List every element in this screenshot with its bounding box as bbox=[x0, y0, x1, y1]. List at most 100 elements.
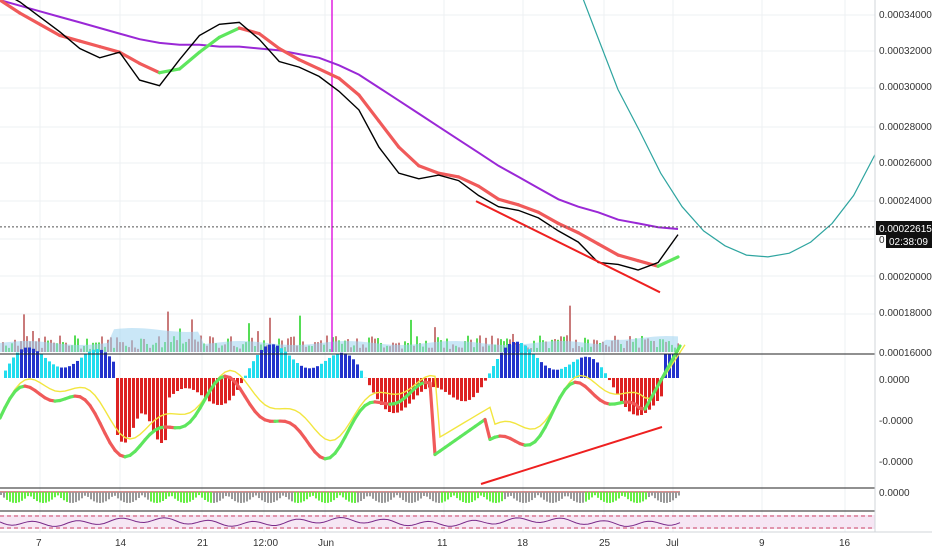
lower-histogram-bar bbox=[462, 492, 464, 503]
lower-histogram-bar bbox=[93, 492, 95, 502]
lower-histogram-bar bbox=[42, 492, 44, 503]
lower-histogram-bar bbox=[114, 492, 116, 496]
histogram-bar bbox=[612, 378, 615, 388]
lower-histogram-bar bbox=[366, 492, 368, 497]
histogram-bar bbox=[380, 378, 383, 405]
lower-histogram-bar bbox=[231, 492, 233, 500]
histogram-bar bbox=[128, 378, 131, 438]
histogram-bar bbox=[576, 359, 579, 378]
lower-histogram-bar bbox=[492, 492, 494, 503]
lower-histogram-bar bbox=[534, 492, 536, 498]
lower-histogram-bar bbox=[390, 492, 392, 500]
histogram-bar bbox=[512, 342, 515, 378]
lower-histogram-bar bbox=[153, 492, 155, 503]
histogram-bar bbox=[176, 378, 179, 392]
lower-histogram-bar bbox=[579, 492, 581, 503]
lower-histogram-bar bbox=[510, 492, 512, 496]
lower-histogram-bar bbox=[105, 492, 107, 502]
price-chart[interactable]: 0.00034000 0.00032000 0.00030000 0.00028… bbox=[0, 0, 932, 550]
lower-histogram-bar bbox=[303, 492, 305, 502]
histogram-bar bbox=[460, 378, 463, 402]
time-tick: 21 bbox=[197, 538, 209, 549]
lower-histogram-bar bbox=[252, 492, 254, 498]
price-tick: 0.00034000 bbox=[879, 10, 932, 21]
histogram-bar bbox=[500, 352, 503, 378]
time-tick: 9 bbox=[759, 538, 765, 549]
histogram-bar bbox=[572, 361, 575, 378]
histogram-bar bbox=[48, 361, 51, 378]
histogram-bar bbox=[444, 378, 447, 392]
lower-histogram-bar bbox=[375, 492, 377, 501]
lower-histogram-bar bbox=[480, 492, 482, 496]
histogram-bar bbox=[484, 378, 487, 381]
histogram-bar bbox=[356, 364, 359, 378]
histogram-bar bbox=[8, 363, 11, 378]
lower-histogram-bar bbox=[57, 492, 59, 496]
histogram-bar bbox=[456, 378, 459, 400]
histogram-bar bbox=[84, 354, 87, 378]
lower-histogram-bar bbox=[345, 492, 347, 500]
time-tick: 7 bbox=[36, 538, 42, 549]
time-tick: Jun bbox=[318, 538, 334, 549]
lower-histogram-bar bbox=[81, 492, 83, 499]
histogram-bar bbox=[492, 366, 495, 378]
histogram-bar bbox=[636, 378, 639, 416]
histogram-bar bbox=[44, 357, 47, 378]
histogram-bar bbox=[40, 354, 43, 378]
lower-histogram-bar bbox=[306, 492, 308, 500]
lower-histogram-bar bbox=[24, 492, 26, 499]
lower-histogram-bar bbox=[276, 492, 278, 501]
lower-histogram-bar bbox=[300, 492, 302, 503]
histogram-bar bbox=[476, 378, 479, 393]
lower-histogram-bar bbox=[129, 492, 131, 503]
lower-histogram-bar bbox=[201, 492, 203, 498]
lower-histogram-bar bbox=[195, 492, 197, 498]
time-tick: 25 bbox=[599, 538, 611, 549]
lower-histogram-bar bbox=[234, 492, 236, 502]
histogram-bar bbox=[300, 365, 303, 378]
lower-histogram-bar bbox=[600, 492, 602, 501]
lower-histogram-bar bbox=[324, 492, 326, 503]
lower-histogram-bar bbox=[435, 492, 437, 503]
histogram-bar bbox=[160, 378, 163, 443]
histogram-bar bbox=[136, 378, 139, 419]
histogram-bar bbox=[360, 370, 363, 378]
histogram-bar bbox=[96, 349, 99, 378]
lower-histogram-bar bbox=[459, 492, 461, 501]
histogram-bar bbox=[396, 378, 399, 413]
histogram-bar bbox=[560, 368, 563, 378]
lower-histogram-bar bbox=[606, 492, 608, 503]
lower-histogram-bar bbox=[63, 492, 65, 501]
histogram-bar bbox=[148, 378, 151, 422]
lower-histogram-bar bbox=[96, 492, 98, 503]
lower-histogram-bar bbox=[573, 492, 575, 501]
lower-histogram-bar bbox=[327, 492, 329, 503]
lower-histogram-bar bbox=[516, 492, 518, 501]
lower-histogram-bar bbox=[87, 492, 89, 497]
histogram-bar bbox=[140, 378, 143, 414]
lower-histogram-bar bbox=[423, 492, 425, 496]
lower-histogram-bar bbox=[456, 492, 458, 499]
lower-histogram-bar bbox=[444, 492, 446, 502]
histogram-bar bbox=[64, 367, 67, 378]
histogram-bar bbox=[368, 378, 371, 386]
lower-histogram-bar bbox=[501, 492, 503, 502]
lower-histogram-bar bbox=[549, 492, 551, 503]
lower-histogram-bar bbox=[285, 492, 287, 497]
lower-histogram-bar bbox=[33, 492, 35, 500]
histogram-bar bbox=[124, 378, 127, 443]
histogram-bar bbox=[392, 378, 395, 414]
histogram-bar bbox=[316, 366, 319, 378]
histogram-bar bbox=[132, 378, 135, 428]
lower-histogram-bar bbox=[132, 492, 134, 502]
lower-histogram-bar bbox=[669, 492, 671, 502]
lower-histogram-bar bbox=[72, 492, 74, 503]
price-tick-partial: 0 bbox=[879, 235, 885, 246]
lower-histogram-bar bbox=[279, 492, 281, 499]
histogram-bar bbox=[480, 378, 483, 388]
lower-histogram-bar bbox=[243, 492, 245, 503]
lower-histogram-bar bbox=[255, 492, 257, 496]
lower-histogram-bar bbox=[348, 492, 350, 502]
histogram-bar bbox=[52, 364, 55, 378]
histogram-bar bbox=[244, 375, 247, 378]
